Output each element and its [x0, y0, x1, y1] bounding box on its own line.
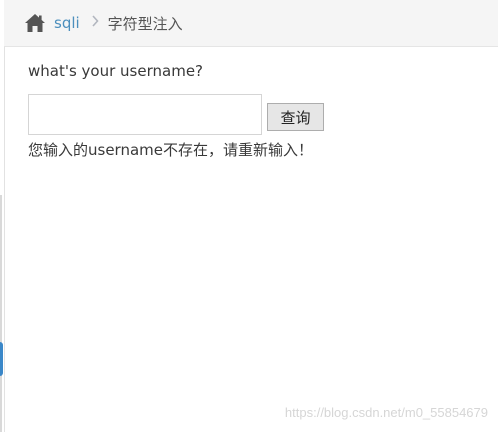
- breadcrumb-current: 字符型注入: [107, 14, 183, 33]
- username-input[interactable]: [28, 94, 262, 135]
- query-form: 查询: [28, 94, 324, 135]
- watermark: https://blog.csdn.net/m0_55854679: [284, 405, 488, 420]
- breadcrumb-link-sqli[interactable]: sqli: [54, 14, 80, 32]
- result-message: 您输入的username不存在，请重新输入！: [28, 141, 313, 159]
- submit-query-button[interactable]: 查询: [267, 103, 324, 131]
- breadcrumb-separator-icon: [91, 15, 99, 31]
- page-frame: sqli 字符型注入 what's your username? 查询 您输入的…: [0, 0, 498, 432]
- sidebar-divider: [0, 195, 2, 432]
- main-content: what's your username? 查询 您输入的username不存在…: [28, 60, 324, 161]
- breadcrumb: sqli 字符型注入: [4, 0, 498, 47]
- sidebar-collapse-handle[interactable]: [0, 342, 3, 376]
- home-icon[interactable]: [24, 13, 46, 33]
- username-prompt: what's your username?: [28, 62, 204, 80]
